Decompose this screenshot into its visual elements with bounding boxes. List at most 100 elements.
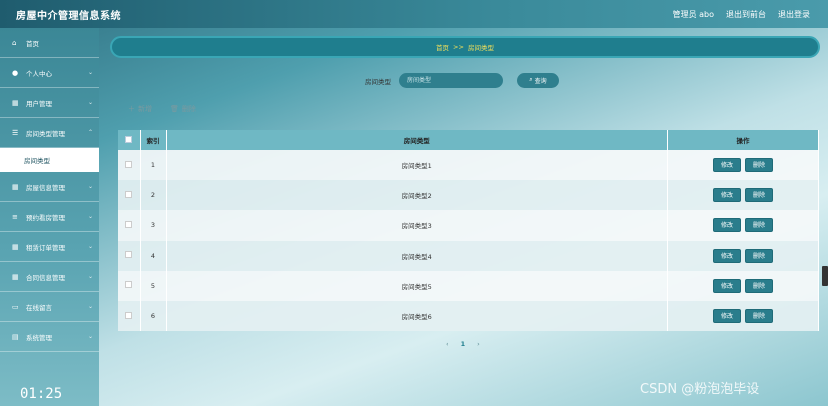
sidebar-item-home[interactable]: ⌂ 首页 <box>0 28 99 58</box>
edit-button[interactable]: 修改 <box>713 248 741 263</box>
row-actions: 修改 删除 <box>667 300 819 332</box>
sidebar-item-room-types[interactable]: ☰ 房间类型管理 ⌃ <box>0 118 99 148</box>
sidebar-item-label: 合同信息管理 <box>26 273 65 282</box>
chevron-down-icon: ⌄ <box>87 333 93 340</box>
row-select-cell <box>118 150 141 181</box>
pagination: ‹ 1 › <box>446 340 480 348</box>
logout-link[interactable]: 退出登录 <box>778 9 810 20</box>
row-checkbox[interactable] <box>125 281 133 289</box>
grid-icon: ▦ <box>12 182 19 191</box>
search-icon: ⌕ <box>529 77 533 83</box>
watermark: CSDN @粉泡泡毕设 <box>640 382 760 397</box>
edit-button[interactable]: 修改 <box>713 218 741 233</box>
user-label[interactable]: 管理员 abo <box>673 9 714 20</box>
sidebar-item-contracts[interactable]: ▦ 合同信息管理 ⌄ <box>0 262 99 292</box>
sidebar: ⌂ 首页 ● 个人中心 ⌄ ▦ 用户管理 ⌄ ☰ 房间类型管理 ⌃ 房间类型 ▦… <box>0 28 99 406</box>
edit-button[interactable]: 修改 <box>713 188 741 203</box>
edit-button[interactable]: 修改 <box>713 278 741 293</box>
row-index: 2 <box>140 180 167 211</box>
sidebar-subitem-room-type[interactable]: 房间类型 <box>0 148 99 172</box>
sidebar-item-label: 用户管理 <box>26 99 52 108</box>
scrollbar-handle[interactable] <box>822 266 828 286</box>
console-link[interactable]: 退出到前台 <box>726 9 766 20</box>
sidebar-item-profile[interactable]: ● 个人中心 ⌄ <box>0 58 99 88</box>
search-button-label: 查询 <box>534 79 547 85</box>
video-timestamp: 01:25 <box>20 386 63 402</box>
delete-button[interactable]: 删除 <box>745 218 773 233</box>
search-button[interactable]: ⌕ 查询 <box>517 73 559 88</box>
row-actions: 修改 删除 <box>667 240 819 271</box>
app-title: 房屋中介管理信息系统 <box>16 10 121 22</box>
row-checkbox[interactable] <box>125 251 133 259</box>
row-type: 房间类型1 <box>166 150 668 181</box>
sidebar-item-orders[interactable]: ▦ 租赁订单管理 ⌄ <box>0 232 99 262</box>
breadcrumb: 首页 >> 房间类型 <box>110 36 820 58</box>
user-icon: ● <box>12 68 19 77</box>
sidebar-item-label: 在线留言 <box>26 303 52 312</box>
sidebar-item-viewings[interactable]: ≡ 预约看房管理 ⌄ <box>0 202 99 232</box>
sliders-icon: ≡ <box>12 212 18 221</box>
select-all-checkbox[interactable] <box>125 135 133 143</box>
search-row: 房间类型 ⌕ 查询 <box>365 73 559 88</box>
sidebar-item-label: 租赁订单管理 <box>26 243 65 252</box>
grid-icon: ▦ <box>12 98 19 107</box>
search-input[interactable] <box>399 73 503 88</box>
breadcrumb-home[interactable]: 首页 <box>436 42 449 52</box>
select-all-cell <box>118 130 141 150</box>
table-row: 4 房间类型4 修改 删除 <box>118 240 819 271</box>
top-actions: 管理员 abo 退出到前台 退出登录 <box>673 9 810 20</box>
next-page-button[interactable]: › <box>477 340 480 348</box>
sidebar-item-users[interactable]: ▦ 用户管理 ⌄ <box>0 88 99 118</box>
chevron-down-icon: ⌄ <box>87 303 93 310</box>
add-button-label: 新增 <box>138 105 152 113</box>
sidebar-item-label: 个人中心 <box>26 69 52 78</box>
trash-icon: 🗑 <box>170 105 179 113</box>
breadcrumb-current: 房间类型 <box>467 44 494 52</box>
edit-button[interactable]: 修改 <box>713 309 741 324</box>
row-type: 房间类型2 <box>166 180 668 211</box>
row-checkbox[interactable] <box>125 220 133 228</box>
row-select-cell <box>118 270 141 301</box>
row-type: 房间类型3 <box>166 210 668 241</box>
row-checkbox[interactable] <box>125 311 133 319</box>
delete-button[interactable]: 删除 <box>745 188 773 203</box>
sidebar-item-messages[interactable]: ▭ 在线留言 ⌄ <box>0 292 99 322</box>
grid-icon: ▦ <box>12 272 19 281</box>
row-checkbox[interactable] <box>125 190 133 198</box>
row-actions: 修改 删除 <box>667 210 819 241</box>
bulk-delete-button[interactable]: 🗑 删除 <box>170 104 196 114</box>
search-label: 房间类型 <box>365 77 391 86</box>
row-index: 5 <box>140 270 167 301</box>
row-select-cell <box>118 210 141 241</box>
delete-button[interactable]: 删除 <box>745 248 773 263</box>
breadcrumb-separator: >> <box>453 43 464 51</box>
row-actions: 修改 删除 <box>667 270 819 301</box>
prev-page-button[interactable]: ‹ <box>446 340 449 348</box>
row-select-cell <box>118 180 141 211</box>
grid-icon: ▦ <box>12 242 19 251</box>
sidebar-item-label: 系统管理 <box>26 333 52 342</box>
sidebar-item-system[interactable]: ▤ 系统管理 ⌄ <box>0 322 99 352</box>
edit-button[interactable]: 修改 <box>713 158 741 173</box>
delete-button[interactable]: 删除 <box>745 309 773 324</box>
add-button[interactable]: ＋ 新增 <box>128 104 152 114</box>
chevron-up-icon: ⌃ <box>87 129 93 136</box>
home-icon: ⌂ <box>12 38 17 47</box>
row-checkbox[interactable] <box>125 160 133 168</box>
row-index: 4 <box>140 240 167 271</box>
column-header-actions: 操作 <box>667 130 819 150</box>
toolbar: ＋ 新增 🗑 删除 <box>128 104 196 114</box>
chevron-down-icon: ⌄ <box>87 243 93 250</box>
delete-button[interactable]: 删除 <box>745 278 773 293</box>
row-type: 房间类型6 <box>166 300 668 332</box>
sidebar-item-houses[interactable]: ▦ 房屋信息管理 ⌄ <box>0 172 99 202</box>
delete-button[interactable]: 删除 <box>745 158 773 173</box>
sidebar-item-label: 房间类型管理 <box>26 129 65 138</box>
table-row: 6 房间类型6 修改 删除 <box>118 300 819 332</box>
current-page[interactable]: 1 <box>461 340 466 348</box>
row-type: 房间类型4 <box>166 240 668 271</box>
bulk-delete-label: 删除 <box>181 105 196 113</box>
sidebar-item-label: 首页 <box>26 39 39 48</box>
list-icon: ☰ <box>12 128 19 137</box>
chevron-down-icon: ⌄ <box>87 183 93 190</box>
